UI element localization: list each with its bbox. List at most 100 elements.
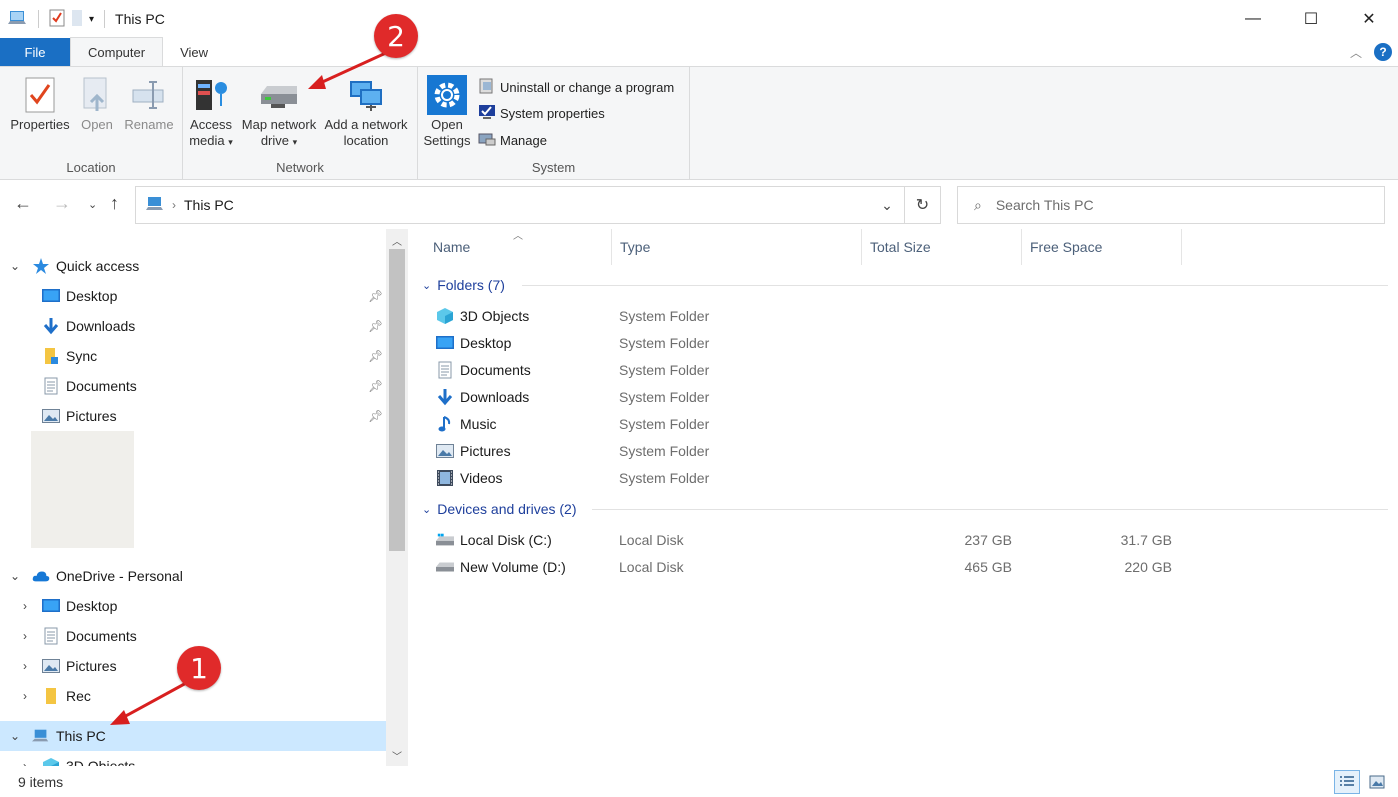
drives-group-header[interactable]: ⌄ Devices and drives (2)	[422, 498, 577, 520]
refresh-icon[interactable]: ↻	[904, 187, 940, 223]
ribbon-group-location: Properties Open Rename Location	[0, 67, 183, 179]
tree-qa-desktop[interactable]: Desktop 📌︎	[0, 281, 386, 311]
ribbon: Properties Open Rename Location Access m…	[0, 66, 1398, 180]
pictures-icon	[42, 407, 60, 425]
open-settings-button[interactable]: Open Settings	[422, 73, 472, 149]
list-item[interactable]: Videos System Folder	[408, 464, 1398, 491]
manage-icon	[478, 131, 496, 150]
address-bar[interactable]: › This PC ⌄ ↻	[135, 186, 941, 224]
uninstall-program-button[interactable]: Uninstall or change a program	[478, 77, 674, 98]
settings-gear-icon	[427, 73, 467, 117]
pin-icon[interactable]: 📌︎	[368, 349, 383, 363]
add-network-location-button[interactable]: Add a network location	[320, 73, 412, 149]
annotation-badge-2: 2	[374, 14, 418, 58]
column-header-total-size[interactable]: Total Size	[862, 229, 1022, 265]
maximize-icon[interactable]: ☐	[1282, 0, 1340, 38]
tree-onedrive[interactable]: ⌄ OneDrive - Personal	[0, 561, 386, 591]
expanded-chevron-icon[interactable]: ⌄	[8, 259, 22, 273]
list-item[interactable]: Downloads System Folder	[408, 383, 1398, 410]
list-item[interactable]: Pictures System Folder	[408, 437, 1398, 464]
access-media-button[interactable]: Access media ▾	[189, 73, 233, 150]
help-icon[interactable]: ?	[1374, 43, 1392, 61]
scroll-up-chevron-icon[interactable]: ︿	[386, 231, 408, 249]
tab-file[interactable]: File	[0, 38, 70, 66]
list-item[interactable]: Desktop System Folder	[408, 329, 1398, 356]
tree-quick-access[interactable]: ⌄ Quick access	[0, 251, 386, 281]
expanded-chevron-icon[interactable]: ⌄	[8, 569, 22, 583]
details-view-icon[interactable]	[1334, 770, 1360, 794]
collapsed-chevron-icon[interactable]: ›	[18, 659, 32, 673]
pictures-icon	[42, 657, 60, 675]
qa-separator-2	[104, 10, 106, 28]
close-icon[interactable]: ✕	[1340, 0, 1398, 38]
map-network-drive-button[interactable]: Map network drive ▾	[239, 73, 319, 150]
desktop-icon	[42, 597, 60, 615]
column-header-free-space[interactable]: Free Space	[1022, 229, 1182, 265]
pin-icon[interactable]: 📌︎	[368, 379, 383, 393]
minimize-icon[interactable]: —	[1224, 0, 1282, 38]
properties-icon	[20, 73, 60, 117]
tree-qa-pictures[interactable]: Pictures 📌︎	[0, 401, 386, 431]
tree-qa-sync[interactable]: Sync 📌︎	[0, 341, 386, 371]
collapsed-chevron-icon[interactable]: ›	[18, 689, 32, 703]
tree-od-desktop[interactable]: › Desktop	[0, 591, 386, 621]
window-title: This PC	[115, 11, 165, 27]
folders-group-divider	[522, 285, 1388, 286]
collapsed-chevron-icon[interactable]: ›	[18, 629, 32, 643]
tab-view[interactable]: View	[163, 38, 225, 66]
nav-pane-scrollbar[interactable]: ︿ ﹀	[386, 229, 408, 766]
group-collapse-chevron-icon[interactable]: ⌄	[422, 279, 431, 292]
open-icon	[77, 73, 117, 117]
back-arrow-icon[interactable]: ←	[14, 193, 32, 214]
access-media-dropdown-icon: ▾	[228, 137, 233, 147]
column-header-type[interactable]: Type	[612, 229, 862, 265]
list-item[interactable]: Music System Folder	[408, 410, 1398, 437]
collapsed-chevron-icon[interactable]: ›	[18, 599, 32, 613]
breadcrumb-this-pc[interactable]: This PC	[184, 197, 234, 213]
this-pc-app-icon[interactable]	[8, 9, 28, 30]
drive-row[interactable]: Local Disk (C:) Local Disk 237 GB 31.7 G…	[408, 526, 1398, 553]
desktop-icon	[42, 287, 60, 305]
desktop-folder-icon	[436, 334, 454, 352]
tab-computer[interactable]: Computer	[70, 37, 164, 66]
tree-pc-3d-objects[interactable]: › 3D Objects	[0, 751, 386, 766]
documents-icon	[42, 627, 60, 645]
large-icons-view-icon[interactable]	[1364, 770, 1390, 794]
new-folder-quick-icon[interactable]	[71, 9, 83, 30]
manage-button[interactable]: Manage	[478, 131, 547, 150]
list-item[interactable]: Documents System Folder	[408, 356, 1398, 383]
search-box[interactable]: ⌕ Search This PC	[957, 186, 1385, 224]
properties-button[interactable]: Properties	[8, 73, 72, 133]
folders-group-header[interactable]: ⌄ Folders (7)	[422, 274, 505, 296]
scroll-thumb[interactable]	[389, 249, 405, 551]
drive-row[interactable]: New Volume (D:) Local Disk 465 GB 220 GB	[408, 553, 1398, 580]
onedrive-cloud-icon	[32, 567, 50, 585]
list-item[interactable]: 3D Objects System Folder	[408, 302, 1398, 329]
tree-qa-downloads[interactable]: Downloads 📌︎	[0, 311, 386, 341]
pin-icon[interactable]: 📌︎	[368, 409, 383, 423]
tree-qa-documents[interactable]: Documents 📌︎	[0, 371, 386, 401]
ribbon-tabs: File Computer View ︿ ?	[0, 37, 1398, 66]
up-arrow-icon[interactable]: ↑	[110, 193, 119, 214]
group-collapse-chevron-icon[interactable]: ⌄	[422, 503, 431, 516]
open-button[interactable]: Open	[77, 73, 117, 133]
recent-locations-chevron-icon[interactable]: ⌄	[88, 198, 97, 211]
window-controls: — ☐ ✕	[1224, 0, 1398, 38]
tree-this-pc[interactable]: ⌄ This PC	[0, 721, 386, 751]
pin-icon[interactable]: 📌︎	[368, 289, 383, 303]
forward-arrow-icon[interactable]: →	[53, 193, 71, 214]
customize-qa-chevron-icon[interactable]: ▾	[89, 14, 94, 25]
column-header-name[interactable]: Name ︿	[425, 229, 612, 265]
downloads-icon	[42, 317, 60, 335]
rename-button[interactable]: Rename	[122, 73, 176, 133]
breadcrumb-separator-icon[interactable]: ›	[172, 198, 176, 212]
properties-quick-icon[interactable]	[49, 9, 65, 30]
address-dropdown-icon[interactable]: ⌄	[870, 187, 904, 223]
pin-icon[interactable]: 📌︎	[368, 319, 383, 333]
collapse-ribbon-chevron-icon[interactable]: ︿	[1350, 44, 1362, 61]
expanded-chevron-icon[interactable]: ⌄	[8, 729, 22, 743]
scroll-down-chevron-icon[interactable]: ﹀	[386, 746, 408, 764]
collapsed-chevron-icon[interactable]: ›	[18, 759, 32, 766]
add-network-location-icon	[346, 73, 386, 117]
system-properties-button[interactable]: System properties	[478, 104, 605, 123]
